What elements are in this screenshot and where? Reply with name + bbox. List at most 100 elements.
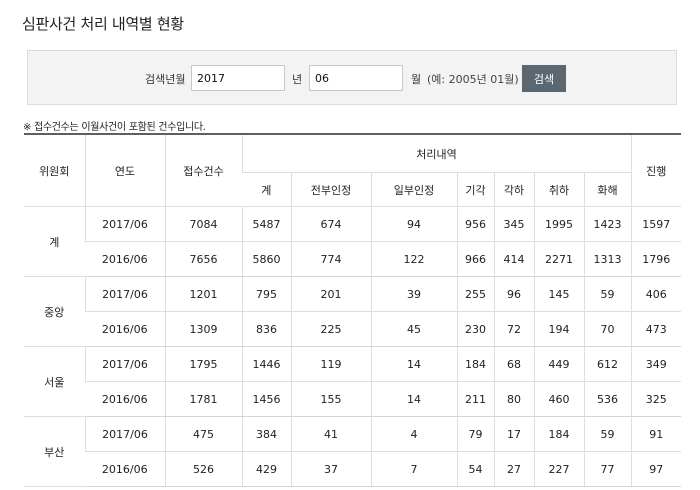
case-stats-table: 위원회 연도 접수건수 처리내역 진행 계 전부인정 일부인정 기각 각하 취하… xyxy=(24,133,682,487)
search-panel: 검색년월 년 월 (예: 2005년 01월) 검색 xyxy=(27,50,677,105)
dismissed-cell: 54 xyxy=(456,451,494,487)
table-row: 계 2017/06 7084 5487 674 94 956 345 1995 … xyxy=(24,206,682,277)
total-processed-cell: 1446 xyxy=(241,346,291,382)
header-fully-accepted: 전부인정 xyxy=(290,172,371,207)
withdrawn-cell: 227 xyxy=(533,451,584,487)
withdrawn-cell: 194 xyxy=(533,311,584,347)
settled-cell: 59 xyxy=(583,416,632,452)
month-input[interactable] xyxy=(309,65,403,91)
dismissed-cell: 966 xyxy=(456,241,494,277)
pending-cell: 325 xyxy=(630,381,682,417)
partially-accepted-cell: 14 xyxy=(370,381,457,417)
partially-accepted-cell: 45 xyxy=(370,311,457,347)
header-settled: 화해 xyxy=(583,172,632,207)
page-title: 심판사건 처리 내역별 현황 xyxy=(22,15,184,33)
period-cell: 2017/06 xyxy=(84,206,165,242)
table-body: 계 2017/06 7084 5487 674 94 956 345 1995 … xyxy=(24,206,682,487)
received-cell: 1795 xyxy=(164,346,242,382)
year-unit-label: 년 xyxy=(292,73,303,86)
partially-accepted-cell: 39 xyxy=(370,276,457,312)
partially-accepted-cell: 122 xyxy=(370,241,457,277)
withdrawn-cell: 1995 xyxy=(533,206,584,242)
date-format-hint: (예: 2005년 01월) xyxy=(427,73,519,86)
rejected-cell: 414 xyxy=(493,241,534,277)
received-cell: 7656 xyxy=(164,241,242,277)
period-cell: 2017/06 xyxy=(84,346,165,382)
period-cell: 2016/06 xyxy=(85,241,165,277)
header-total-processed: 계 xyxy=(242,172,291,207)
total-processed-cell: 5487 xyxy=(241,206,291,242)
received-cell: 475 xyxy=(164,416,242,452)
fully-accepted-cell: 155 xyxy=(290,381,371,417)
withdrawn-cell: 449 xyxy=(533,346,584,382)
rejected-cell: 80 xyxy=(493,381,534,417)
rejected-cell: 17 xyxy=(493,416,534,452)
pending-cell: 1597 xyxy=(630,206,682,242)
table-row: 서울 2017/06 1795 1446 119 14 184 68 449 6… xyxy=(24,346,682,417)
table-row: 부산 2017/06 475 384 41 4 79 17 184 59 91 xyxy=(24,416,682,487)
rejected-cell: 68 xyxy=(493,346,534,382)
received-cell: 7084 xyxy=(164,206,242,242)
period-cell: 2016/06 xyxy=(85,381,165,417)
header-dismissed: 기각 xyxy=(456,172,494,207)
header-rejected: 각하 xyxy=(493,172,534,207)
month-unit-label: 월 xyxy=(411,73,422,86)
settled-cell: 59 xyxy=(583,276,632,312)
received-cell: 526 xyxy=(164,451,242,487)
period-cell: 2016/06 xyxy=(85,451,165,487)
partially-accepted-cell: 4 xyxy=(370,416,457,452)
table-row: 2016/06 7656 5860 774 122 966 414 2271 1… xyxy=(24,241,682,277)
table-row: 중앙 2017/06 1201 795 201 39 255 96 145 59… xyxy=(24,276,682,347)
pending-cell: 97 xyxy=(630,451,682,487)
total-processed-cell: 384 xyxy=(241,416,291,452)
committee-cell: 계 xyxy=(24,206,85,277)
fully-accepted-cell: 774 xyxy=(290,241,371,277)
pending-cell: 91 xyxy=(630,416,682,452)
total-processed-cell: 836 xyxy=(241,311,291,347)
search-period-label: 검색년월 xyxy=(145,73,186,86)
pending-cell: 406 xyxy=(630,276,682,312)
partially-accepted-cell: 94 xyxy=(370,206,457,242)
year-input[interactable] xyxy=(191,65,285,91)
rejected-cell: 72 xyxy=(493,311,534,347)
rejected-cell: 345 xyxy=(493,206,534,242)
received-count-note: ※ 접수건수는 이월사건이 포함된 건수입니다. xyxy=(23,122,206,133)
committee-cell: 부산 xyxy=(24,416,85,487)
header-committee: 위원회 xyxy=(24,134,85,207)
header-period: 연도 xyxy=(84,134,165,207)
settled-cell: 77 xyxy=(583,451,632,487)
received-cell: 1201 xyxy=(164,276,242,312)
withdrawn-cell: 145 xyxy=(533,276,584,312)
header-received: 접수건수 xyxy=(164,134,242,207)
fully-accepted-cell: 41 xyxy=(290,416,371,452)
settled-cell: 612 xyxy=(583,346,632,382)
received-cell: 1309 xyxy=(164,311,242,347)
settled-cell: 536 xyxy=(583,381,632,417)
fully-accepted-cell: 119 xyxy=(290,346,371,382)
pending-cell: 473 xyxy=(630,311,682,347)
dismissed-cell: 255 xyxy=(456,276,494,312)
committee-cell: 중앙 xyxy=(24,276,85,347)
withdrawn-cell: 2271 xyxy=(533,241,584,277)
fully-accepted-cell: 674 xyxy=(290,206,371,242)
dismissed-cell: 184 xyxy=(456,346,494,382)
total-processed-cell: 5860 xyxy=(241,241,291,277)
dismissed-cell: 79 xyxy=(456,416,494,452)
withdrawn-cell: 184 xyxy=(533,416,584,452)
settled-cell: 1423 xyxy=(583,206,632,242)
header-partially-accepted: 일부인정 xyxy=(370,172,457,207)
search-button[interactable]: 검색 xyxy=(522,65,566,92)
header-pending: 진행 xyxy=(630,134,682,207)
header-processing-group: 처리내역 xyxy=(241,134,632,173)
withdrawn-cell: 460 xyxy=(533,381,584,417)
header-withdrawn: 취하 xyxy=(533,172,584,207)
period-cell: 2017/06 xyxy=(84,416,165,452)
table-row: 2016/06 1781 1456 155 14 211 80 460 536 … xyxy=(24,381,682,417)
dismissed-cell: 211 xyxy=(456,381,494,417)
total-processed-cell: 429 xyxy=(241,451,291,487)
total-processed-cell: 795 xyxy=(241,276,291,312)
committee-cell: 서울 xyxy=(24,346,85,417)
rejected-cell: 27 xyxy=(493,451,534,487)
settled-cell: 1313 xyxy=(583,241,632,277)
pending-cell: 1796 xyxy=(630,241,682,277)
